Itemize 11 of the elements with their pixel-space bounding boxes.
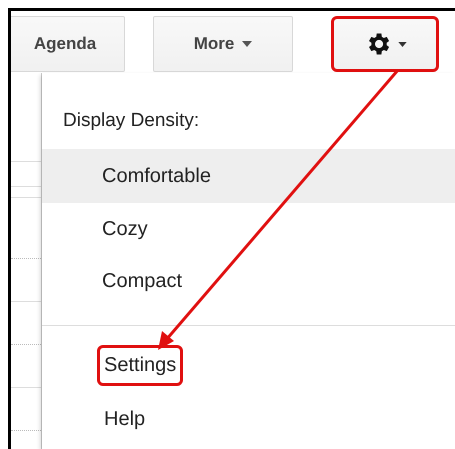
agenda-button[interactable]: Agenda (11, 16, 125, 72)
caret-icon (242, 41, 252, 47)
settings-button[interactable] (331, 16, 439, 72)
menu-item[interactable]: Help (97, 398, 152, 440)
density-option[interactable]: Cozy (42, 203, 455, 255)
more-button[interactable]: More (153, 16, 293, 72)
caret-icon (398, 42, 406, 46)
density-option[interactable]: Compact (42, 255, 455, 307)
menu-heading: Display Density: (63, 110, 200, 131)
density-option[interactable]: Comfortable (42, 149, 455, 203)
menu-item[interactable]: Settings (97, 344, 184, 386)
